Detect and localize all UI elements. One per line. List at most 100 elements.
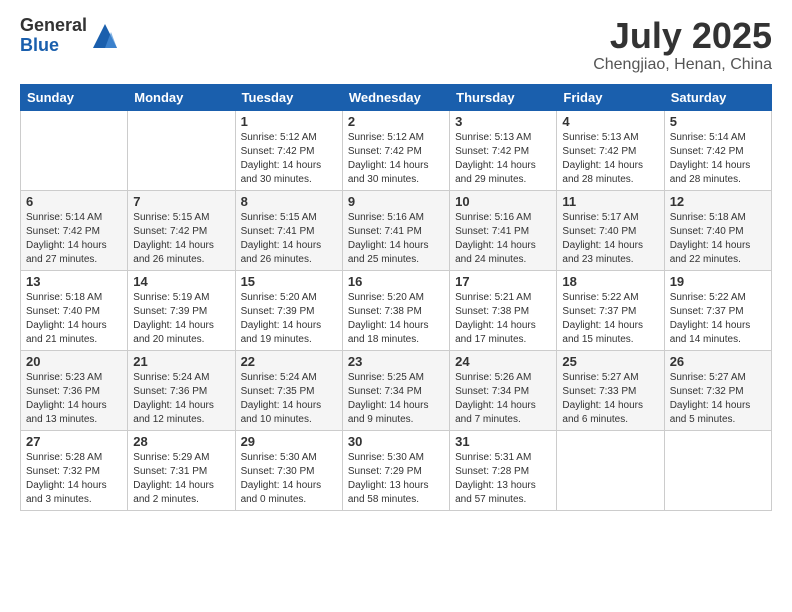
day-number: 12: [670, 194, 766, 209]
day-cell: 13 Sunrise: 5:18 AM Sunset: 7:40 PM Dayli…: [21, 270, 128, 350]
day-cell: 17Sunrise: 5:21 AM Sunset: 7:38 PM Dayli…: [450, 270, 557, 350]
day-cell: 1Sunrise: 5:12 AM Sunset: 7:42 PM Daylig…: [235, 110, 342, 190]
day-cell: 31 Sunrise: 5:31 AM Sunset: 7:28 PM Dayli…: [450, 430, 557, 510]
day-number: 6: [26, 194, 122, 209]
col-tuesday: Tuesday: [235, 84, 342, 110]
logo-icon: [91, 22, 119, 50]
day-info: Sunrise: 5:22 AM Sunset: 7:37 PM Dayligh…: [670, 291, 766, 347]
header-row: Sunday Monday Tuesday Wednesday Thursday…: [21, 84, 772, 110]
day-number: 29: [241, 434, 337, 449]
day-info: Sunrise: 5:18 AM Sunset: 7:40 PM Dayligh…: [670, 211, 766, 267]
day-cell: 11 Sunrise: 5:17 AM Sunset: 7:40 PM Dayli…: [557, 190, 664, 270]
day-info: Sunrise: 5:28 AM Sunset: 7:32 PM Dayligh…: [26, 451, 122, 507]
day-cell: 9Sunrise: 5:16 AM Sunset: 7:41 PM Daylig…: [342, 190, 449, 270]
day-cell: 14 Sunrise: 5:19 AM Sunset: 7:39 PM Dayli…: [128, 270, 235, 350]
day-number: 18: [562, 274, 658, 289]
day-number: 30: [348, 434, 444, 449]
day-cell: 23 Sunrise: 5:25 AM Sunset: 7:34 PM Dayli…: [342, 350, 449, 430]
day-cell: [21, 110, 128, 190]
week-row-4: 20Sunrise: 5:23 AM Sunset: 7:36 PM Dayli…: [21, 350, 772, 430]
day-cell: 27 Sunrise: 5:28 AM Sunset: 7:32 PM Dayli…: [21, 430, 128, 510]
day-number: 27: [26, 434, 122, 449]
day-info: Sunrise: 5:17 AM Sunset: 7:40 PM Dayligh…: [562, 211, 658, 267]
day-number: 10: [455, 194, 551, 209]
day-info: Sunrise: 5:14 AM Sunset: 7:42 PM Dayligh…: [26, 211, 122, 267]
day-number: 3: [455, 114, 551, 129]
day-cell: 21Sunrise: 5:24 AM Sunset: 7:36 PM Dayli…: [128, 350, 235, 430]
day-cell: 3Sunrise: 5:13 AM Sunset: 7:42 PM Daylig…: [450, 110, 557, 190]
day-cell: 12 Sunrise: 5:18 AM Sunset: 7:40 PM Dayli…: [664, 190, 771, 270]
week-row-3: 13 Sunrise: 5:18 AM Sunset: 7:40 PM Dayli…: [21, 270, 772, 350]
day-number: 31: [455, 434, 551, 449]
day-cell: 10 Sunrise: 5:16 AM Sunset: 7:41 PM Dayli…: [450, 190, 557, 270]
day-cell: 30 Sunrise: 5:30 AM Sunset: 7:29 PM Dayli…: [342, 430, 449, 510]
day-info: Sunrise: 5:26 AM Sunset: 7:34 PM Dayligh…: [455, 371, 551, 427]
day-number: 11: [562, 194, 658, 209]
title-block: July 2025 Chengjiao, Henan, China: [593, 16, 772, 74]
day-info: Sunrise: 5:25 AM Sunset: 7:34 PM Dayligh…: [348, 371, 444, 427]
day-number: 14: [133, 274, 229, 289]
day-number: 7: [133, 194, 229, 209]
day-cell: 16Sunrise: 5:20 AM Sunset: 7:38 PM Dayli…: [342, 270, 449, 350]
day-info: Sunrise: 5:20 AM Sunset: 7:39 PM Dayligh…: [241, 291, 337, 347]
day-cell: 2 Sunrise: 5:12 AM Sunset: 7:42 PM Daylig…: [342, 110, 449, 190]
day-number: 28: [133, 434, 229, 449]
day-info: Sunrise: 5:27 AM Sunset: 7:33 PM Dayligh…: [562, 371, 658, 427]
day-number: 19: [670, 274, 766, 289]
day-number: 13: [26, 274, 122, 289]
day-info: Sunrise: 5:15 AM Sunset: 7:41 PM Dayligh…: [241, 211, 337, 267]
day-number: 25: [562, 354, 658, 369]
day-cell: 18Sunrise: 5:22 AM Sunset: 7:37 PM Dayli…: [557, 270, 664, 350]
day-cell: 8 Sunrise: 5:15 AM Sunset: 7:41 PM Daylig…: [235, 190, 342, 270]
subtitle: Chengjiao, Henan, China: [593, 56, 772, 74]
col-sunday: Sunday: [21, 84, 128, 110]
day-info: Sunrise: 5:29 AM Sunset: 7:31 PM Dayligh…: [133, 451, 229, 507]
day-cell: 5 Sunrise: 5:14 AM Sunset: 7:42 PM Daylig…: [664, 110, 771, 190]
day-cell: 7 Sunrise: 5:15 AM Sunset: 7:42 PM Daylig…: [128, 190, 235, 270]
day-info: Sunrise: 5:27 AM Sunset: 7:32 PM Dayligh…: [670, 371, 766, 427]
day-number: 1: [241, 114, 337, 129]
day-number: 5: [670, 114, 766, 129]
day-info: Sunrise: 5:30 AM Sunset: 7:29 PM Dayligh…: [348, 451, 444, 507]
day-cell: 6 Sunrise: 5:14 AM Sunset: 7:42 PM Daylig…: [21, 190, 128, 270]
day-number: 23: [348, 354, 444, 369]
col-monday: Monday: [128, 84, 235, 110]
day-info: Sunrise: 5:18 AM Sunset: 7:40 PM Dayligh…: [26, 291, 122, 347]
day-number: 9: [348, 194, 444, 209]
page: General Blue July 2025 Chengjiao, Henan,…: [0, 0, 792, 612]
day-number: 17: [455, 274, 551, 289]
logo: General Blue: [20, 16, 119, 56]
day-cell: [664, 430, 771, 510]
day-cell: [557, 430, 664, 510]
day-cell: 4 Sunrise: 5:13 AM Sunset: 7:42 PM Daylig…: [557, 110, 664, 190]
col-wednesday: Wednesday: [342, 84, 449, 110]
day-info: Sunrise: 5:31 AM Sunset: 7:28 PM Dayligh…: [455, 451, 551, 507]
week-row-5: 27 Sunrise: 5:28 AM Sunset: 7:32 PM Dayli…: [21, 430, 772, 510]
day-info: Sunrise: 5:24 AM Sunset: 7:35 PM Dayligh…: [241, 371, 337, 427]
day-info: Sunrise: 5:13 AM Sunset: 7:42 PM Dayligh…: [562, 131, 658, 187]
day-cell: [128, 110, 235, 190]
day-info: Sunrise: 5:14 AM Sunset: 7:42 PM Dayligh…: [670, 131, 766, 187]
day-info: Sunrise: 5:19 AM Sunset: 7:39 PM Dayligh…: [133, 291, 229, 347]
day-number: 26: [670, 354, 766, 369]
day-info: Sunrise: 5:15 AM Sunset: 7:42 PM Dayligh…: [133, 211, 229, 267]
day-cell: 22Sunrise: 5:24 AM Sunset: 7:35 PM Dayli…: [235, 350, 342, 430]
day-number: 2: [348, 114, 444, 129]
day-number: 24: [455, 354, 551, 369]
week-row-2: 6 Sunrise: 5:14 AM Sunset: 7:42 PM Daylig…: [21, 190, 772, 270]
day-number: 15: [241, 274, 337, 289]
day-number: 20: [26, 354, 122, 369]
day-cell: 26 Sunrise: 5:27 AM Sunset: 7:32 PM Dayli…: [664, 350, 771, 430]
logo-blue: Blue: [20, 36, 87, 56]
day-cell: 25 Sunrise: 5:27 AM Sunset: 7:33 PM Dayli…: [557, 350, 664, 430]
day-info: Sunrise: 5:16 AM Sunset: 7:41 PM Dayligh…: [455, 211, 551, 267]
day-number: 8: [241, 194, 337, 209]
day-number: 4: [562, 114, 658, 129]
day-number: 16: [348, 274, 444, 289]
logo-general: General: [20, 16, 87, 36]
day-info: Sunrise: 5:24 AM Sunset: 7:36 PM Dayligh…: [133, 371, 229, 427]
day-cell: 20Sunrise: 5:23 AM Sunset: 7:36 PM Dayli…: [21, 350, 128, 430]
day-info: Sunrise: 5:12 AM Sunset: 7:42 PM Dayligh…: [348, 131, 444, 187]
day-info: Sunrise: 5:30 AM Sunset: 7:30 PM Dayligh…: [241, 451, 337, 507]
day-cell: 28 Sunrise: 5:29 AM Sunset: 7:31 PM Dayli…: [128, 430, 235, 510]
